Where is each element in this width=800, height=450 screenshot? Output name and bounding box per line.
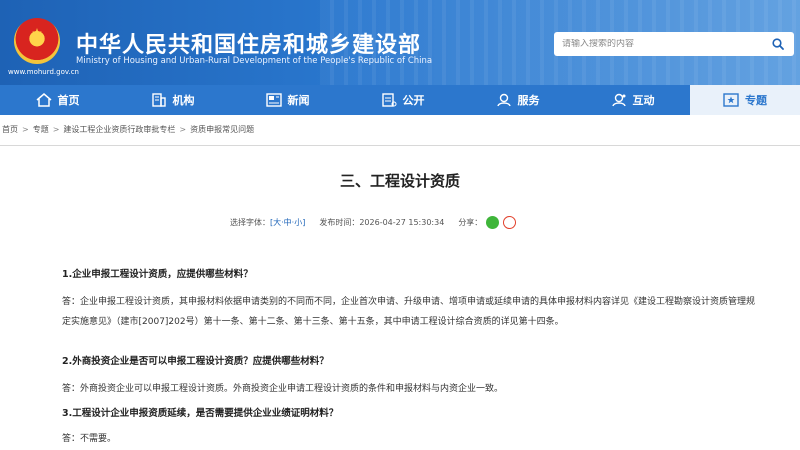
breadcrumb-separator: > xyxy=(52,125,60,134)
nav-label: 互动 xyxy=(632,94,655,107)
home-icon xyxy=(36,93,52,107)
answer-3: 答：不需要。 xyxy=(62,429,762,449)
publish-time-label: 发布时间： xyxy=(319,218,360,227)
nav-label: 首页 xyxy=(57,94,80,107)
question-1: 1.企业申报工程设计资质，应提供哪些材料？ xyxy=(62,265,762,285)
site-title[interactable]: 中华人民共和国住房和城乡建设部 xyxy=(76,27,421,59)
search-input[interactable] xyxy=(562,39,770,49)
answer-text: 答：不需要。 xyxy=(62,434,117,444)
weibo-share-icon[interactable] xyxy=(503,216,517,229)
breadcrumb-separator: > xyxy=(179,125,187,134)
breadcrumb-divider xyxy=(0,145,800,146)
answer-text: 答：企业申报工程设计资质，其申报材料依据申请类别的不同而不同，企业首次申请、升级… xyxy=(62,297,756,327)
search-icon[interactable] xyxy=(770,36,786,52)
nav-item-service[interactable]: 服务 xyxy=(460,85,575,115)
share-label: 分享： xyxy=(458,218,483,227)
font-size-bracket-close: ] xyxy=(302,218,306,227)
breadcrumb-column[interactable]: 建设工程企业资质行政审批专栏 xyxy=(63,124,175,135)
question-3: 3.工程设计企业申报资质延续，是否需要提供企业业绩证明材料？ xyxy=(62,404,762,424)
answer-text: 答：外商投资企业可以申报工程设计资质。外商投资企业申请工程设计资质的条件和申报材… xyxy=(62,384,504,394)
font-size-large-button[interactable]: 大 xyxy=(273,217,281,228)
question-2: 2.外商投资企业是否可以申报工程设计资质？应提供哪些材料？ xyxy=(62,352,762,372)
font-size-medium-button[interactable]: 中 xyxy=(284,217,292,228)
nav-label: 公开 xyxy=(402,94,425,107)
nav-label: 服务 xyxy=(517,94,540,107)
site-header: 中华人民共和国住房和城乡建设部 Ministry of Housing and … xyxy=(0,0,800,85)
font-size-label: 选择字体： xyxy=(230,218,270,227)
nav-label: 机构 xyxy=(172,94,195,107)
breadcrumb-topic[interactable]: 专题 xyxy=(33,124,49,135)
nav-item-home[interactable]: 首页 xyxy=(0,85,115,115)
nav-item-interact[interactable]: 互动 xyxy=(575,85,690,115)
nav-item-org[interactable]: 机构 xyxy=(115,85,230,115)
breadcrumb-separator: > xyxy=(22,125,29,134)
question-text: 3.工程设计企业申报资质延续，是否需要提供企业业绩证明材料？ xyxy=(62,408,339,419)
national-emblem-icon[interactable] xyxy=(14,18,60,64)
nav-item-public[interactable]: 公开 xyxy=(345,85,460,115)
site-subtitle: Ministry of Housing and Urban-Rural Deve… xyxy=(76,56,433,66)
document-icon xyxy=(381,93,397,107)
nav-item-topic[interactable]: 专题 xyxy=(690,85,800,115)
article-title: 三、工程设计资质 xyxy=(339,172,460,190)
wechat-share-icon[interactable] xyxy=(486,216,500,229)
topic-icon xyxy=(723,93,739,107)
nav-label: 新闻 xyxy=(287,94,310,107)
nav-label: 专题 xyxy=(745,94,767,107)
site-domain: www.mohurd.gov.cn xyxy=(8,68,79,76)
breadcrumb-faq[interactable]: 资质申报常见问题 xyxy=(190,124,254,135)
breadcrumb: 首页 > 专题 > 建设工程企业资质行政审批专栏 > 资质申报常见问题 xyxy=(2,124,254,135)
publish-time: 2026-04-27 15:30:34 xyxy=(359,218,445,227)
question-text: 2.外商投资企业是否可以申报工程设计资质？应提供哪些材料？ xyxy=(62,356,329,367)
question-text: 1.企业申报工程设计资质，应提供哪些材料？ xyxy=(62,269,253,280)
answer-2: 答：外商投资企业可以申报工程设计资质。外商投资企业申请工程设计资质的条件和申报材… xyxy=(62,379,762,399)
nav-item-news[interactable]: 新闻 xyxy=(230,85,345,115)
answer-1: 答：企业申报工程设计资质，其申报材料依据申请类别的不同而不同，企业首次申请、升级… xyxy=(62,292,762,332)
breadcrumb-home[interactable]: 首页 xyxy=(2,124,18,135)
main-nav: 首页 机构 新闻 公开 服务 互动 专题 xyxy=(0,85,800,115)
building-icon xyxy=(151,93,167,107)
search-box xyxy=(554,32,794,56)
chat-icon xyxy=(611,93,627,107)
article-meta: 选择字体： [ 大 · 中 · 小 ] 发布时间： 2026-04-27 15:… xyxy=(230,216,517,229)
service-icon xyxy=(496,93,512,107)
font-size-small-button[interactable]: 小 xyxy=(294,217,302,228)
newspaper-icon xyxy=(265,93,282,107)
